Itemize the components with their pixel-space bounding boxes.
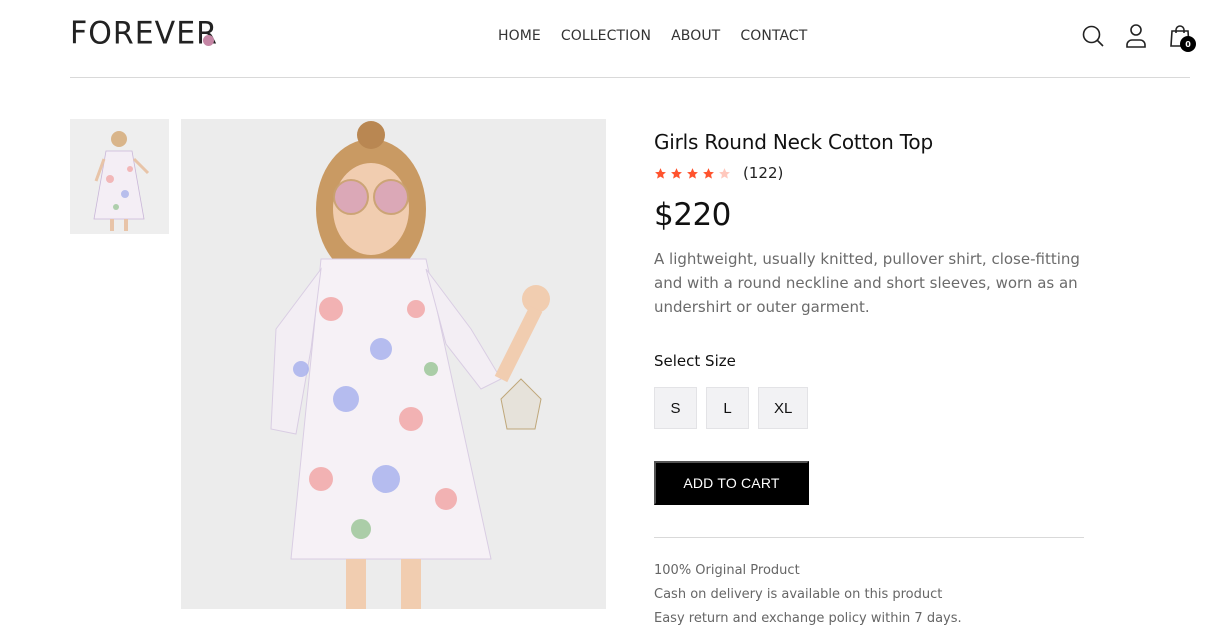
star-filled-icon <box>703 167 714 179</box>
cart-count-badge: 0 <box>1180 36 1196 52</box>
size-option-xl[interactable]: XL <box>758 387 809 429</box>
product-price: $220 <box>654 197 731 233</box>
nav-home[interactable]: HOME <box>498 28 541 44</box>
logo-dot <box>203 35 214 46</box>
nav-about[interactable]: ABOUT <box>671 28 720 44</box>
policy-item: Easy return and exchange policy within 7… <box>654 611 962 626</box>
main-nav: HOME COLLECTION ABOUT CONTACT <box>498 28 807 44</box>
size-options: S L XL <box>654 387 1084 429</box>
product-policies: 100% Original Product Cash on delivery i… <box>654 559 1084 631</box>
star-filled-icon <box>655 167 666 179</box>
product-info: Girls Round Neck Cotton Top (122) $220 A… <box>654 130 1084 631</box>
product-thumbnail[interactable] <box>70 119 169 234</box>
policy-item: Cash on delivery is available on this pr… <box>654 587 943 602</box>
star-filled-icon <box>687 167 698 179</box>
product-main-image <box>181 119 606 609</box>
review-count: (122) <box>743 164 784 182</box>
add-to-cart-button[interactable]: ADD TO CART <box>654 461 809 505</box>
size-label: Select Size <box>654 352 736 370</box>
nav-contact[interactable]: CONTACT <box>740 28 807 44</box>
brand-logo[interactable]: FOREVER <box>70 15 218 52</box>
site-header: FOREVER HOME COLLECTION ABOUT CONTACT 0 <box>70 0 1196 78</box>
divider <box>654 537 1084 538</box>
cart-icon[interactable]: 0 <box>1166 22 1196 52</box>
product-rating: (122) <box>654 164 1084 182</box>
star-filled-icon <box>671 167 682 179</box>
search-icon[interactable] <box>1079 22 1107 50</box>
size-option-s[interactable]: S <box>654 387 697 429</box>
policy-item: 100% Original Product <box>654 563 800 578</box>
product-title: Girls Round Neck Cotton Top <box>654 130 933 154</box>
star-empty-icon <box>719 167 730 179</box>
profile-icon[interactable] <box>1122 22 1150 50</box>
nav-collection[interactable]: COLLECTION <box>561 28 651 44</box>
size-option-l[interactable]: L <box>706 387 749 429</box>
product-description: A lightweight, usually knitted, pullover… <box>654 250 1080 316</box>
